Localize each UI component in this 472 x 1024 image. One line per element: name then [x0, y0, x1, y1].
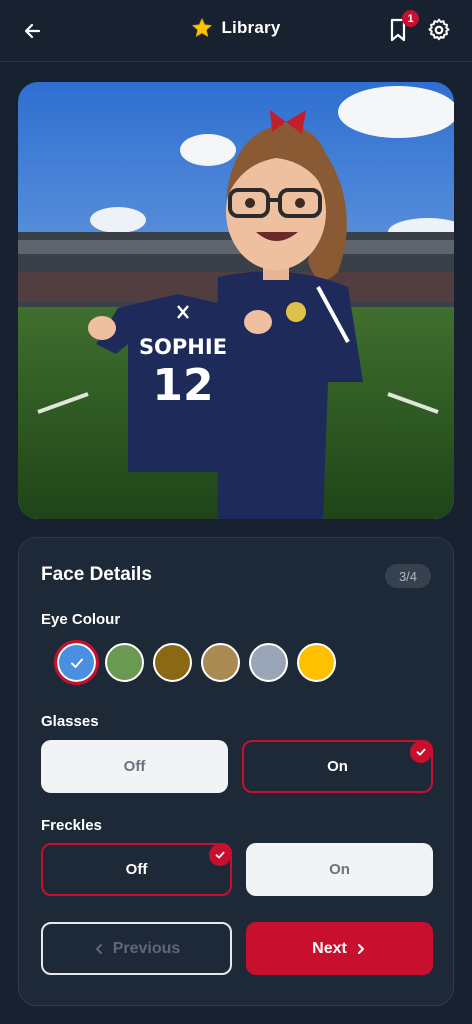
eye-colour-swatch-amber[interactable] — [297, 643, 336, 682]
glasses-label: Glasses — [41, 713, 99, 730]
step-navigation: Previous Next — [41, 922, 433, 975]
selected-check-icon — [209, 844, 231, 866]
glasses-on-label: On — [327, 758, 348, 775]
freckles-toggle: Off On — [41, 843, 433, 896]
notification-badge: 1 — [402, 10, 419, 27]
eye-colour-swatch-green[interactable] — [105, 643, 144, 682]
gear-icon — [428, 18, 450, 41]
freckles-on-option[interactable]: On — [246, 843, 433, 896]
app-header: Library 1 — [0, 0, 472, 62]
previous-button[interactable]: Previous — [41, 922, 232, 975]
card-title: Face Details — [41, 564, 152, 585]
eye-colour-swatch-hazel[interactable] — [201, 643, 240, 682]
glasses-on-option[interactable]: On — [242, 740, 433, 793]
eye-colour-swatch-grey[interactable] — [249, 643, 288, 682]
check-icon — [70, 658, 83, 668]
next-button[interactable]: Next — [246, 922, 433, 975]
glasses-off-option[interactable]: Off — [41, 740, 228, 793]
step-indicator: 3/4 — [385, 564, 431, 588]
selected-check-icon — [410, 741, 432, 763]
star-icon — [192, 18, 213, 37]
settings-button[interactable] — [426, 17, 454, 45]
glasses-toggle: Off On — [41, 740, 433, 793]
chevron-right-icon — [357, 943, 364, 954]
freckles-off-option[interactable]: Off — [41, 843, 232, 896]
next-label: Next — [312, 939, 347, 957]
eye-colour-swatch-brown[interactable] — [153, 643, 192, 682]
shirt-number: 12 — [152, 360, 213, 411]
bookmarks-button[interactable]: 1 — [386, 10, 419, 46]
previous-label: Previous — [112, 939, 181, 957]
eye-colour-swatches — [54, 640, 336, 685]
avatar-preview: SOPHIE 12 — [18, 82, 454, 519]
shirt-name: SOPHIE — [139, 335, 227, 359]
freckles-label: Freckles — [41, 817, 102, 834]
chevron-left-icon — [95, 943, 102, 954]
eye-colour-label: Eye Colour — [41, 611, 121, 628]
page-title: Library — [221, 18, 281, 37]
eye-colour-swatch-blue[interactable] — [54, 640, 99, 685]
face-details-card: Face Details 3/4 Eye Colour Glasses Off … — [18, 537, 454, 1006]
freckles-off-label: Off — [125, 861, 148, 878]
